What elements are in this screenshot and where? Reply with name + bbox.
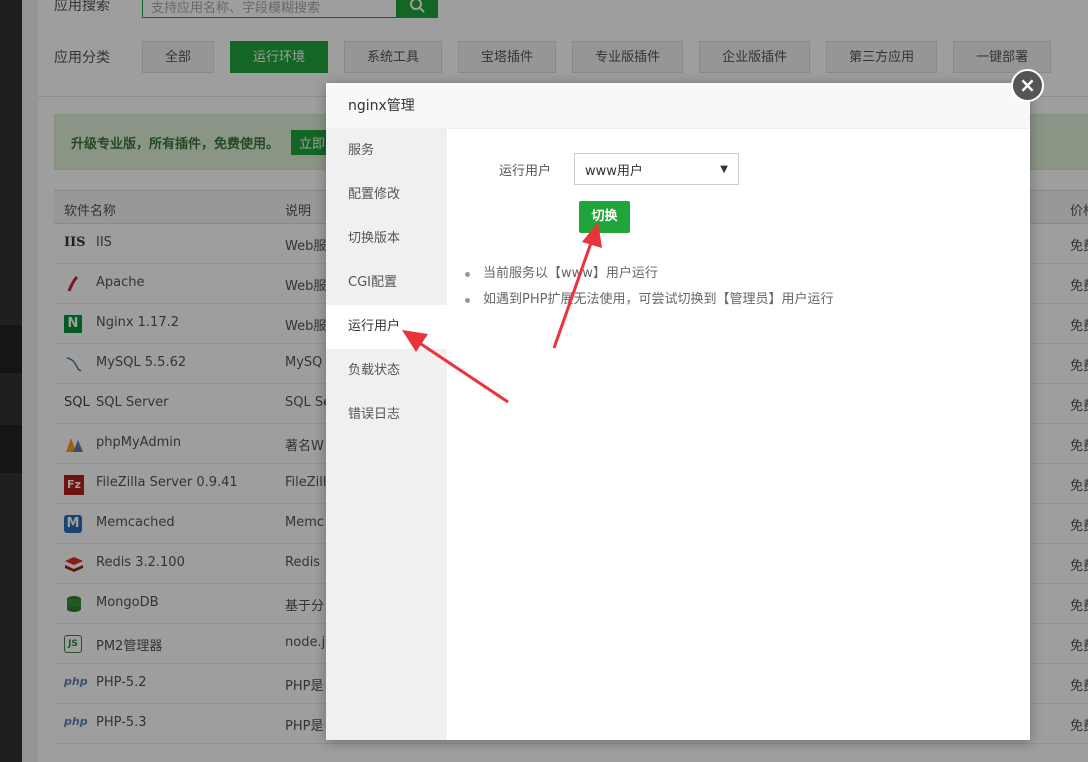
tips-list: 当前服务以【www】用户运行 如遇到PHP扩展无法使用，可尝试切换到【管理员】用户… (465, 261, 833, 313)
dialog-nav-item[interactable]: 负载状态 (326, 349, 447, 393)
dialog-nav-item[interactable]: 错误日志 (326, 393, 447, 437)
nginx-manager-dialog: nginx管理 服务 配置修改 切换版本 CGI配置 运行用户 负载状态 错误日志 运行用户… (326, 83, 1030, 740)
switch-user-button[interactable]: 切换 (579, 201, 630, 233)
dialog-nav-item[interactable]: 运行用户 (326, 305, 447, 349)
dialog-nav-item[interactable]: 切换版本 (326, 217, 447, 261)
run-user-panel: 运行用户 www用户 ▼ 切换 当前服务以【www】用户运行 如遇到PHP扩展无法… (447, 129, 1030, 740)
dialog-nav-item[interactable]: 配置修改 (326, 173, 447, 217)
dialog-sidebar-nav: 服务 配置修改 切换版本 CGI配置 运行用户 负载状态 错误日志 (326, 129, 447, 740)
run-user-label: 运行用户 (499, 163, 552, 179)
run-user-row: 运行用户 www用户 ▼ (499, 153, 739, 185)
dialog-nav-item[interactable]: CGI配置 (326, 261, 447, 305)
chevron-down-icon: ▼ (720, 163, 728, 175)
tip-item: 当前服务以【www】用户运行 (465, 261, 833, 287)
dialog-nav-item[interactable]: 服务 (326, 129, 447, 173)
run-user-select[interactable]: www用户 ▼ (574, 153, 739, 185)
dialog-title: nginx管理 (326, 83, 1030, 129)
tip-item: 如遇到PHP扩展无法使用，可尝试切换到【管理员】用户运行 (465, 287, 833, 313)
close-icon[interactable]: × (1011, 69, 1044, 102)
run-user-selected-value: www用户 (585, 163, 643, 179)
